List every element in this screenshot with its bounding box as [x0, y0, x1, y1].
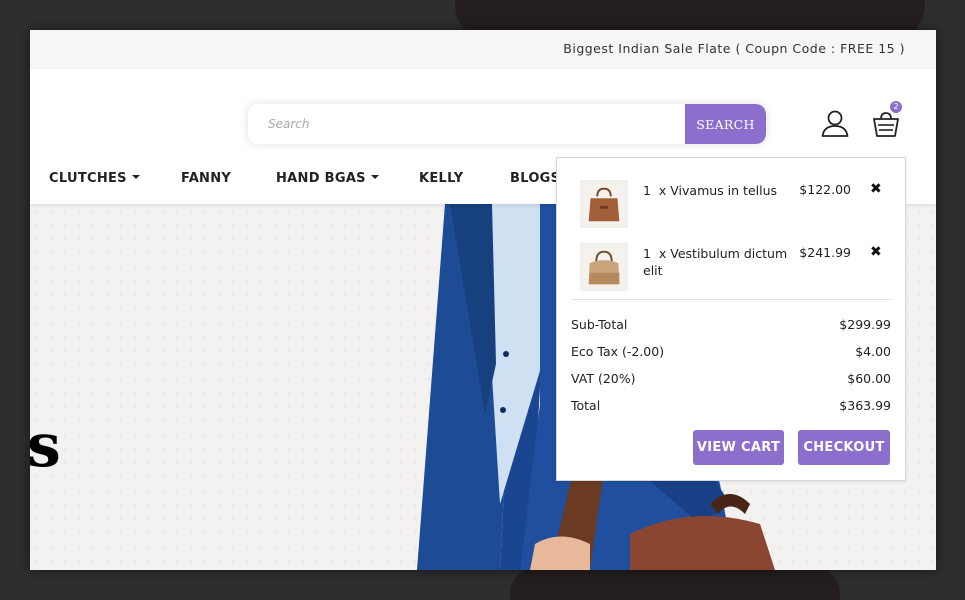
nav-item-kelly[interactable]: KELLY [419, 171, 463, 186]
cart-item-title: x Vivamus in tellus [658, 183, 778, 198]
cart-item-qty: 1 [643, 246, 651, 261]
nav-item-hand-bgas[interactable]: HAND BGAS [276, 171, 379, 186]
product-thumbnail[interactable] [580, 180, 628, 228]
cart-item-price: $122.00 [799, 182, 851, 197]
search-input[interactable] [248, 104, 685, 144]
checkout-button[interactable]: CHECKOUT [798, 430, 890, 465]
total-value: $60.00 [847, 371, 891, 386]
cart-item-price: $241.99 [799, 245, 851, 260]
divider [571, 299, 891, 300]
total-value: $363.99 [839, 398, 891, 413]
search-button[interactable]: SEARCH [685, 104, 766, 144]
backdrop-bag-bottom [510, 565, 840, 600]
nav-item-fanny[interactable]: FANNY [181, 171, 231, 186]
cart-count-badge: 2 [890, 101, 902, 113]
nav-item-label: FANNY [181, 171, 232, 186]
nav-item-label: KELLY [419, 171, 464, 186]
total-value: $4.00 [855, 344, 891, 359]
nav-item-label: BLOGS [510, 171, 561, 186]
cart-dropdown: 1 x Vivamus in tellus $122.00 ✖ 1 x Vest… [556, 157, 906, 481]
chevron-down-icon [131, 174, 140, 179]
total-value: $299.99 [839, 317, 891, 332]
close-icon[interactable]: ✖ [870, 244, 882, 260]
product-thumbnail[interactable] [580, 243, 628, 291]
basket-icon[interactable] [872, 109, 900, 139]
view-cart-button[interactable]: VIEW CART [693, 430, 784, 465]
total-label: Sub-Total [571, 317, 628, 332]
search-bar: SEARCH [248, 104, 766, 144]
cart-item-name[interactable]: 1 x Vivamus in tellus [643, 182, 793, 199]
total-label: VAT (20%) [571, 371, 636, 386]
promo-text: Biggest Indian Sale Flate ( Coupn Code :… [563, 41, 905, 56]
nav-item-label: CLUTCHES [49, 171, 127, 186]
cart-item-name[interactable]: 1 x Vestibulum dictum elit [643, 245, 793, 279]
total-label: Total [571, 398, 601, 413]
user-icon[interactable] [820, 108, 850, 138]
cart-item-qty: 1 [643, 183, 651, 198]
cart-item-title: x Vestibulum dictum elit [643, 246, 788, 278]
close-icon[interactable]: ✖ [870, 181, 882, 197]
nav-item-blogs[interactable]: BLOGS [510, 171, 560, 186]
total-label: Eco Tax (-2.00) [571, 344, 665, 359]
nav-item-clutches[interactable]: CLUTCHES [49, 171, 140, 186]
top-bar: Biggest Indian Sale Flate ( Coupn Code :… [30, 30, 936, 69]
nav-item-label: HAND BGAS [276, 171, 366, 186]
chevron-down-icon [370, 174, 379, 179]
